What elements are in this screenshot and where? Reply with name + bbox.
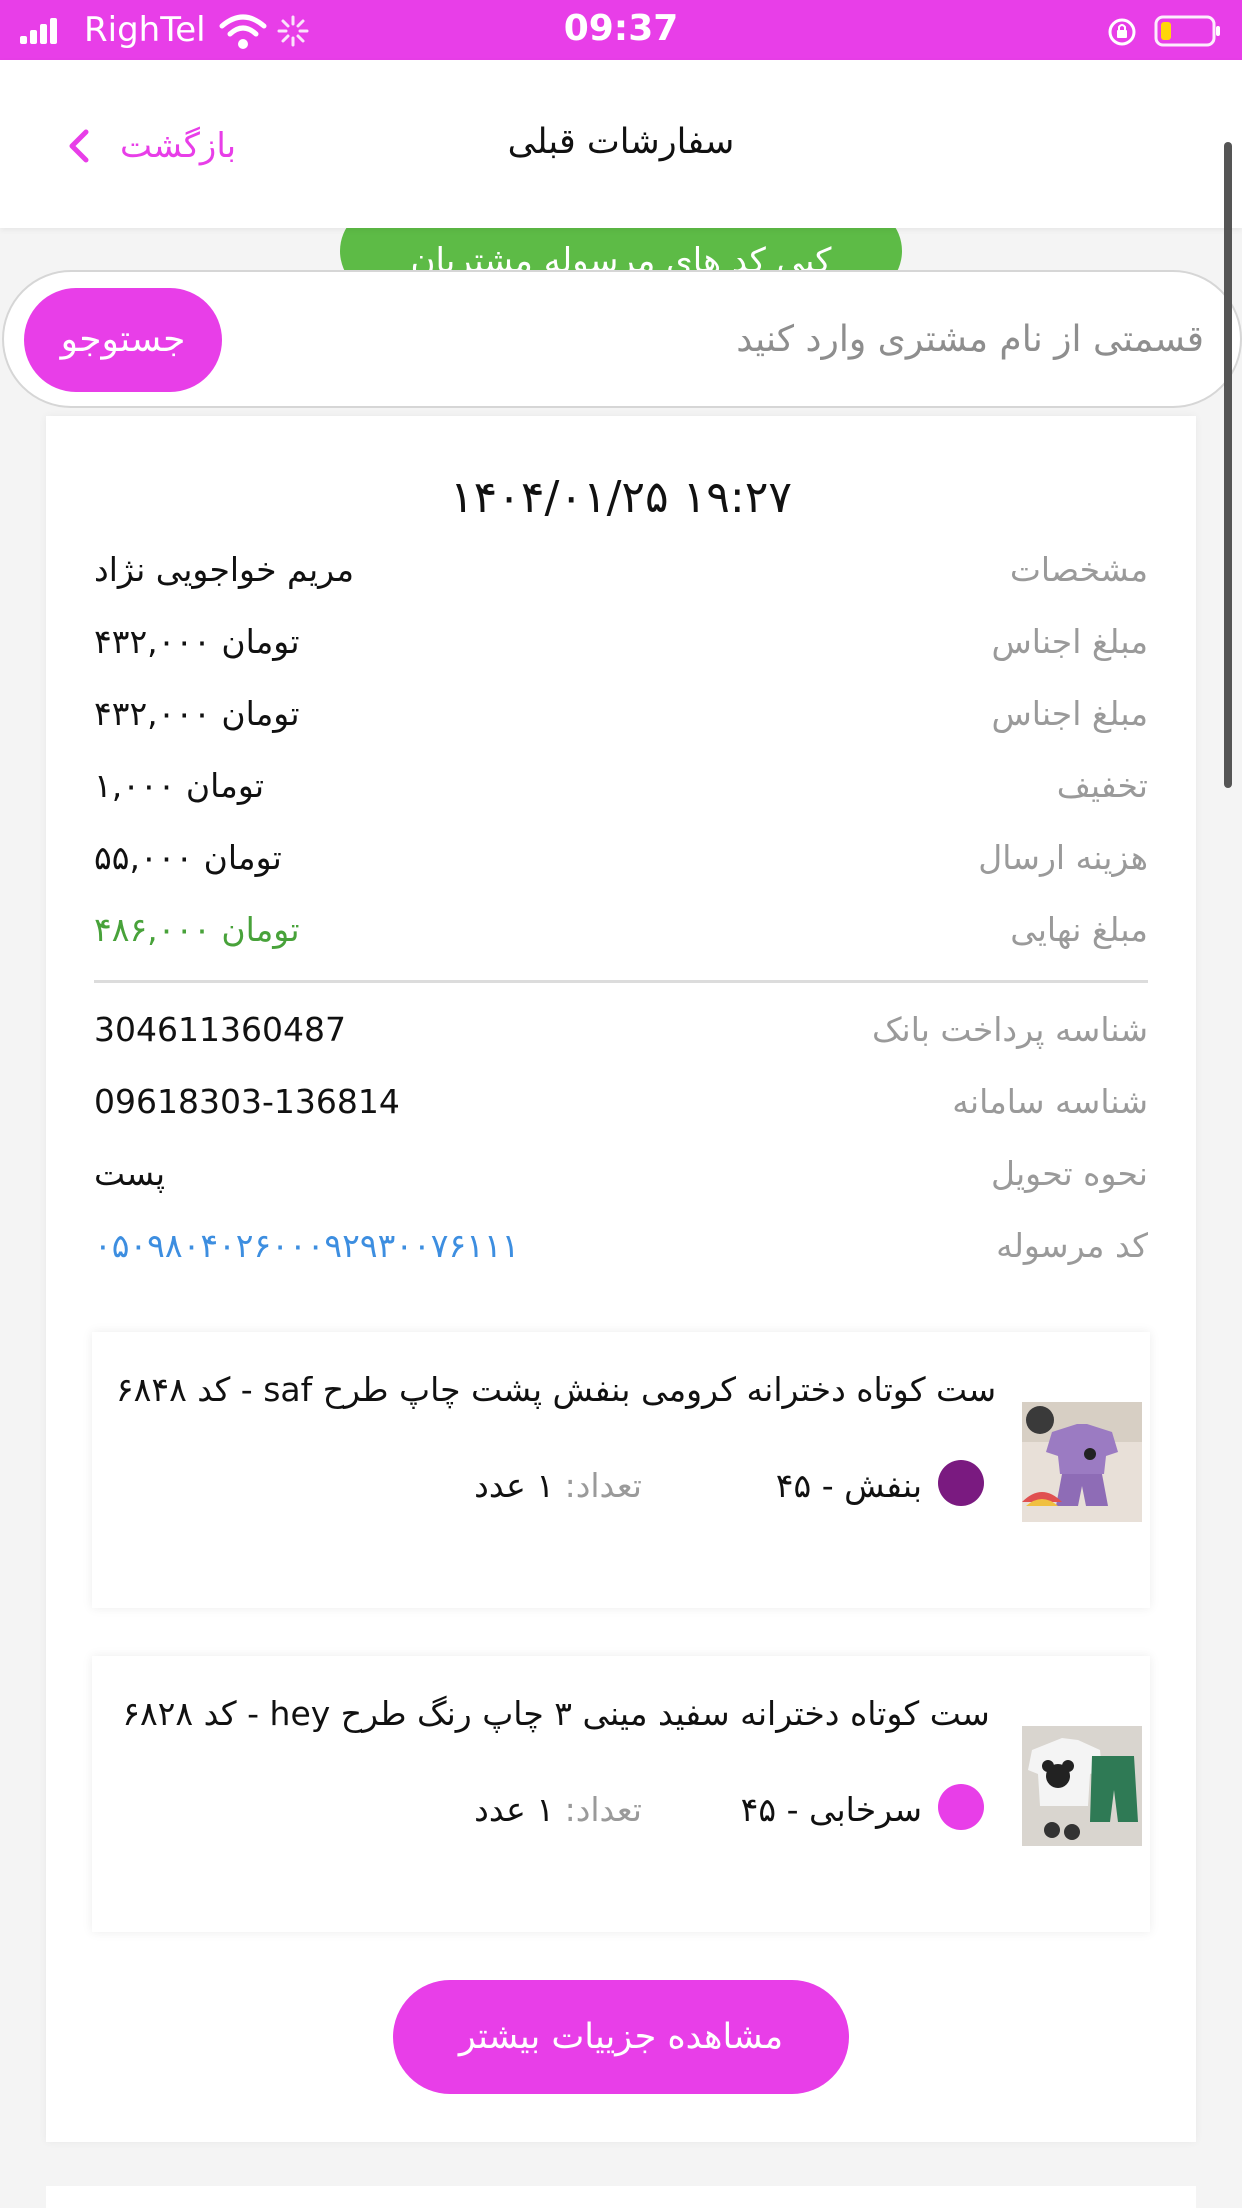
- final-amount-value: ۴۸۶,۰۰۰ تومان: [94, 910, 300, 949]
- next-order-card: [46, 2186, 1196, 2208]
- item-quantity: تعداد: ۱ عدد: [362, 1466, 642, 1505]
- page-title: سفارشات قبلی: [507, 122, 735, 162]
- search-input[interactable]: [224, 296, 1204, 382]
- quantity-label: تعداد:: [564, 1790, 642, 1829]
- discount-value: ۱,۰۰۰ تومان: [94, 766, 265, 805]
- product-image: [1022, 1402, 1142, 1522]
- items-amount-label-2: مبلغ اجناس: [991, 694, 1148, 733]
- color-swatch: [938, 1784, 984, 1830]
- items-amount-value: ۴۳۲,۰۰۰ تومان: [94, 622, 300, 661]
- bank-payment-id-value: 304611360487: [94, 1010, 346, 1049]
- shipping-cost-label: هزینه ارسال: [978, 838, 1148, 877]
- quantity-value: ۱ عدد: [474, 1790, 565, 1829]
- app-header: بازگشت سفارشات قبلی: [0, 60, 1242, 228]
- order-item[interactable]: ست کوتاه دخترانه سفید مینی ۳ چاپ رنگ طرح…: [92, 1656, 1150, 1932]
- order-datetime: ۱۴۰۴/۰۱/۲۵ ۱۹:۲۷: [449, 472, 793, 523]
- system-id-label: شناسه سامانه: [952, 1082, 1148, 1121]
- order-card: ۱۴۰۴/۰۱/۲۵ ۱۹:۲۷ مشخصات مریم خواجویی نژا…: [46, 416, 1196, 2142]
- scrollbar[interactable]: [1224, 142, 1232, 788]
- final-amount-label: مبلغ نهایی: [1010, 910, 1148, 949]
- item-color: سرخابی - ۴۵: [740, 1790, 922, 1829]
- view-more-details-button[interactable]: مشاهده جزییات بیشتر: [393, 1980, 849, 2094]
- delivery-method-value: پست: [94, 1154, 166, 1193]
- tracking-code-label: کد مرسوله: [996, 1226, 1148, 1265]
- item-title: ست کوتاه دخترانه سفید مینی ۳ چاپ رنگ طرح…: [122, 1694, 990, 1733]
- item-quantity: تعداد: ۱ عدد: [362, 1790, 642, 1829]
- color-swatch: [938, 1460, 984, 1506]
- product-image: [1022, 1726, 1142, 1846]
- status-bar: RighTel 09:37: [0, 0, 1242, 60]
- order-item[interactable]: ست کوتاه دخترانه کرومی بنفش پشت چاپ طرح …: [92, 1332, 1150, 1608]
- discount-label: تخفیف: [1056, 766, 1148, 805]
- item-title: ست کوتاه دخترانه کرومی بنفش پشت چاپ طرح …: [115, 1370, 997, 1409]
- battery-icon: [1154, 15, 1220, 47]
- tracking-code-link[interactable]: ۰۵۰۹۸۰۴۰۲۶۰۰۰۹۲۹۳۰۰۷۶۱۱۱: [94, 1226, 519, 1265]
- bank-payment-id-label: شناسه پرداخت بانک: [871, 1010, 1148, 1049]
- search-bar: جستوجو: [2, 270, 1242, 408]
- delivery-method-label: نحوه تحویل: [990, 1154, 1148, 1193]
- items-amount-label: مبلغ اجناس: [991, 622, 1148, 661]
- quantity-label: تعداد:: [564, 1466, 642, 1505]
- items-amount-value-2: ۴۳۲,۰۰۰ تومان: [94, 694, 300, 733]
- item-color: بنفش - ۴۵: [775, 1466, 922, 1505]
- search-button[interactable]: جستوجو: [24, 288, 222, 392]
- orientation-lock-icon: [1108, 18, 1136, 46]
- quantity-value: ۱ عدد: [474, 1466, 565, 1505]
- shipping-cost-value: ۵۵,۰۰۰ تومان: [94, 838, 282, 877]
- customer-name: مریم خواجویی نژاد: [94, 550, 355, 589]
- customer-label: مشخصات: [1009, 550, 1148, 589]
- system-id-value: 09618303-136814: [94, 1082, 400, 1121]
- clock: 09:37: [563, 8, 679, 49]
- divider: [94, 980, 1148, 983]
